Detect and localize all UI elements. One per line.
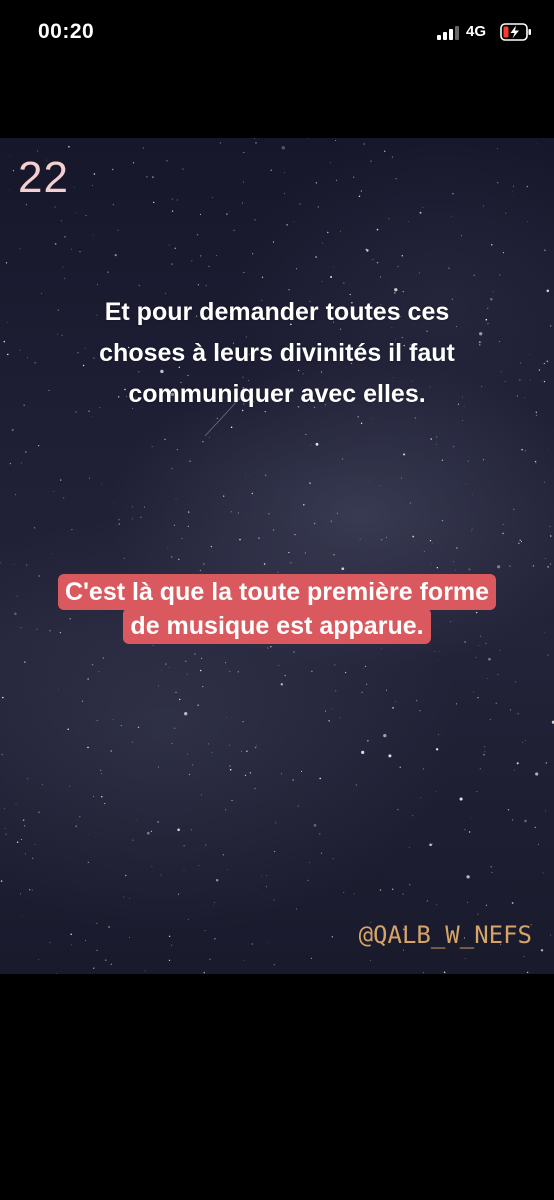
highlight-line: C'est là que la toute première forme [57, 574, 497, 610]
main-text-line: communiquer avec elles. [128, 380, 426, 408]
watermark-handle: @QALB_W_NEFS [358, 921, 532, 949]
main-text-line: Et pour demander toutes ces [104, 298, 450, 326]
highlight-line: de musique est apparue. [123, 608, 431, 644]
story-image: 22 Et pour demander toutes ces choses à … [0, 138, 554, 974]
network-type-label: 4G [466, 23, 487, 40]
main-text: Et pour demander toutes ces choses à leu… [30, 292, 524, 415]
highlight-text: C'est là que la toute première forme de … [0, 574, 554, 644]
starfield-background [0, 138, 554, 974]
main-text-line: choses à leurs divinités il faut [99, 339, 455, 367]
status-bar: 00:20 4G [0, 0, 554, 70]
status-time: 00:20 [38, 20, 95, 43]
battery-charging-icon [500, 23, 531, 41]
page-number: 22 [18, 153, 69, 202]
cellular-signal-icon [437, 26, 459, 40]
